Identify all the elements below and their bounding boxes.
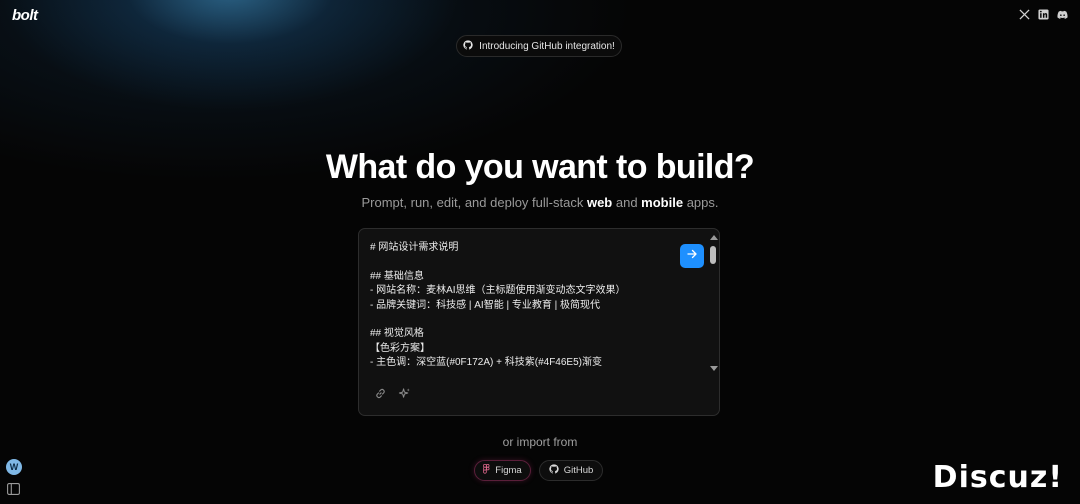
figma-label: Figma <box>495 465 522 476</box>
social-links <box>1019 9 1068 20</box>
x-icon[interactable] <box>1019 9 1030 20</box>
page-title: What do you want to build? <box>325 148 755 186</box>
send-button[interactable] <box>680 244 704 268</box>
prompt-tools <box>373 386 411 400</box>
import-github-button[interactable]: GitHub <box>539 460 603 481</box>
subtitle-prefix: Prompt, run, edit, and deploy full-stack <box>361 195 587 210</box>
github-icon <box>549 464 559 477</box>
sparkles-icon[interactable] <box>397 386 411 400</box>
scroll-up-arrow-icon[interactable] <box>710 235 718 240</box>
import-figma-button[interactable]: Figma <box>474 460 531 481</box>
github-icon <box>463 39 473 53</box>
prompt-textarea[interactable]: # 网站设计需求说明 ## 基础信息 - 网站名称：麦林AI思维（主标题使用渐变… <box>370 241 670 369</box>
link-icon[interactable] <box>373 386 387 400</box>
figma-icon <box>483 464 490 477</box>
scroll-thumb[interactable] <box>710 246 716 264</box>
discord-icon[interactable] <box>1057 9 1068 20</box>
subtitle-and: and <box>612 195 642 210</box>
discuz-watermark: Discuz! <box>932 460 1063 495</box>
import-label: or import from <box>502 435 578 449</box>
linkedin-icon[interactable] <box>1038 9 1049 20</box>
scroll-down-arrow-icon[interactable] <box>710 366 718 371</box>
github-integration-announcement[interactable]: Introducing GitHub integration! <box>456 35 622 57</box>
subtitle-web: web <box>586 195 613 210</box>
github-label: GitHub <box>563 465 594 476</box>
prompt-scrollbar[interactable] <box>708 231 719 373</box>
bolt-logo[interactable]: bolt <box>12 7 38 24</box>
user-avatar[interactable]: W <box>6 459 22 475</box>
prompt-box: # 网站设计需求说明 ## 基础信息 - 网站名称：麦林AI思维（主标题使用渐变… <box>358 228 720 416</box>
subtitle-mobile: mobile <box>641 195 684 210</box>
arrow-right-icon <box>686 247 698 265</box>
subtitle-suffix: apps. <box>683 195 719 210</box>
sidebar-toggle-icon[interactable] <box>7 482 20 495</box>
page-subtitle: Prompt, run, edit, and deploy full-stack… <box>0 195 1080 210</box>
announcement-text: Introducing GitHub integration! <box>479 40 615 52</box>
